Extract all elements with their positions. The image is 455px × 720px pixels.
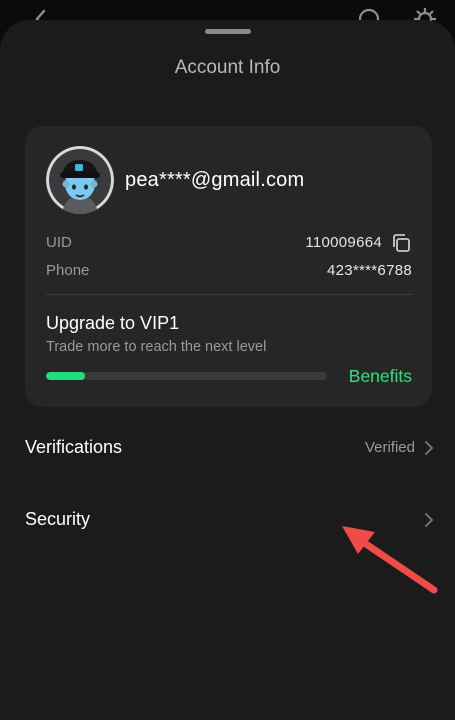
- security-label: Security: [25, 509, 91, 529]
- verifications-status: Verified: [364, 439, 415, 456]
- vip-progress-fill: [46, 372, 86, 380]
- annotation-arrow-icon: [342, 526, 438, 594]
- account-email: pea****@gmail.com: [125, 169, 305, 191]
- chevron-right-icon: [423, 440, 435, 456]
- divider: [46, 294, 412, 295]
- verifications-row[interactable]: Verifications Verified: [0, 425, 455, 471]
- uid-label: UID: [46, 234, 72, 251]
- benefits-link[interactable]: Benefits: [349, 366, 412, 387]
- phone-label: Phone: [46, 262, 90, 279]
- sheet-drag-handle[interactable]: [205, 29, 251, 34]
- vip-progress-bar: [46, 372, 327, 380]
- account-info-sheet: Account Info pea****@gmail.com UID 11000…: [0, 20, 455, 720]
- account-card: pea****@gmail.com UID 110009664 Phone 42…: [25, 126, 432, 407]
- verifications-label: Verifications: [25, 437, 123, 457]
- phone-value: 423****6788: [326, 262, 412, 279]
- page-title: Account Info: [174, 57, 281, 78]
- vip-upgrade-subtitle: Trade more to reach the next level: [46, 339, 267, 355]
- vip-upgrade-title: Upgrade to VIP1: [46, 313, 180, 333]
- copy-icon[interactable]: [390, 232, 412, 254]
- uid-value: 110009664: [305, 234, 382, 251]
- avatar[interactable]: [46, 146, 114, 214]
